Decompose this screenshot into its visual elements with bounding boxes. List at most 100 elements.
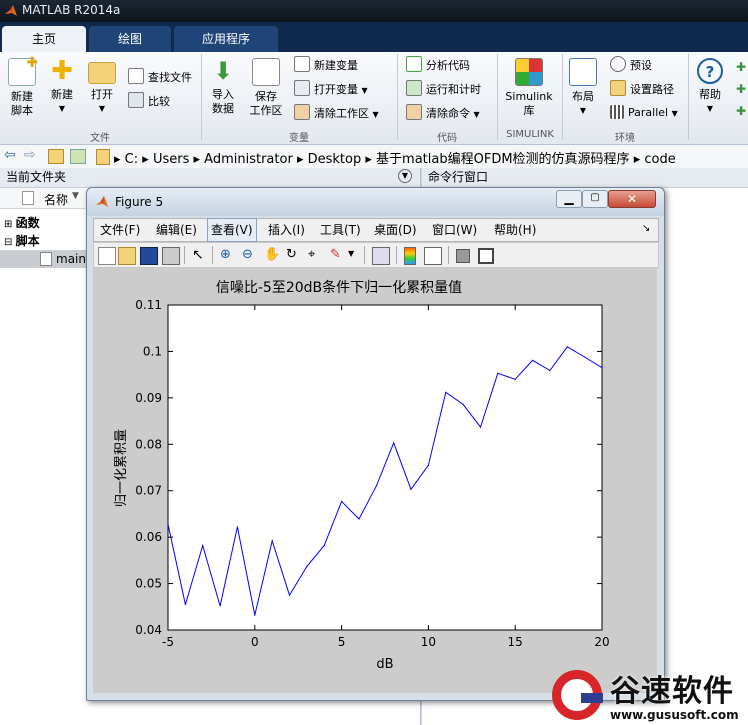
column-header[interactable]: 名称 ▼ [0, 188, 86, 209]
tab-plots[interactable]: 绘图 [89, 26, 171, 52]
data-point [167, 523, 169, 525]
x-tick-label: -5 [162, 635, 174, 649]
simulink-icon [515, 58, 543, 86]
chart-title: 信噪比-5至20dB条件下归一化累积量值 [216, 279, 462, 296]
plot-area [167, 304, 603, 631]
preferences-button[interactable]: 预设 [610, 56, 652, 74]
tree-node-scripts[interactable]: ⊟ 脚本 [4, 232, 40, 249]
clear-workspace-button[interactable]: 清除工作区 ▼ [294, 104, 379, 122]
gear-icon [610, 56, 626, 72]
help-button[interactable]: ? 帮助 ▼ [694, 58, 726, 116]
panel-header: 当前文件夹 ▼ [0, 168, 420, 188]
close-icon: ✕ [626, 192, 638, 206]
hide-tools-icon[interactable] [456, 249, 470, 263]
parallel-button[interactable]: Parallel ▼ [610, 104, 678, 122]
menu-edit[interactable]: 编辑(E) [156, 219, 197, 241]
legend-icon[interactable] [424, 247, 442, 265]
dropdown-arrow-icon: ▼ [579, 106, 587, 115]
data-point [601, 367, 603, 369]
menu-desktop[interactable]: 桌面(D) [374, 219, 417, 241]
menu-help[interactable]: 帮助(H) [494, 219, 536, 241]
zoom-out-icon[interactable]: ⊖ [242, 247, 258, 263]
menu-window[interactable]: 窗口(W) [432, 219, 477, 241]
up-folder-icon[interactable] [48, 149, 64, 164]
dock-arrow-icon[interactable]: ↘ [642, 223, 650, 234]
dropdown-arrow-icon[interactable]: ▼ [348, 249, 354, 258]
app-title-bar: MATLAB R2014a [0, 0, 748, 22]
path-breadcrumb[interactable]: ▸ C: ▸ Users ▸ Administrator ▸ Desktop ▸… [114, 148, 676, 167]
x-axis-label: dB [376, 657, 393, 672]
new-button[interactable]: ✚ 新建 ▼ [46, 58, 78, 116]
colorbar-icon[interactable] [404, 247, 416, 265]
watermark: 谷速软件 www.gususoft.com [548, 664, 748, 725]
layout-button[interactable]: 布局 ▼ [566, 58, 600, 118]
menu-view[interactable]: 查看(V) [207, 218, 257, 242]
group-divider [201, 54, 202, 140]
open-file-icon[interactable] [118, 247, 136, 265]
community-icons[interactable]: ✚ ✚ ✚ [736, 60, 748, 120]
panel-menu-icon[interactable]: ▼ [398, 169, 412, 183]
path-segment[interactable]: 基于matlab编程OFDM检测的仿真源码程序 [376, 152, 630, 167]
y-tick-label: 0.11 [135, 298, 162, 312]
analyze-code-icon [406, 56, 422, 72]
data-point [393, 442, 395, 444]
menu-tools[interactable]: 工具(T) [320, 219, 361, 241]
minimize-button[interactable]: ▁ [556, 190, 582, 208]
brush-icon[interactable]: ✎ [330, 247, 346, 263]
pan-hand-icon[interactable]: ✋ [264, 247, 280, 263]
path-segment[interactable]: Administrator [204, 152, 293, 167]
import-data-button[interactable]: ⬇ 导入 数据 [206, 58, 240, 116]
list-item-main[interactable]: main.m [0, 250, 102, 268]
figure-canvas: 信噪比-5至20dB条件下归一化累积量值 -5 0 5 10 15 20 0.04 0.05 0… [93, 268, 657, 693]
new-variable-button[interactable]: 新建变量 [294, 56, 358, 74]
new-figure-icon[interactable] [98, 247, 116, 265]
new-script-button[interactable]: ✚ 新建 脚本 [4, 56, 40, 118]
link-plot-icon[interactable] [372, 247, 390, 265]
menu-file[interactable]: 文件(F) [100, 219, 140, 241]
save-icon[interactable] [140, 247, 158, 265]
group-label-environment: 环境 [615, 133, 635, 144]
forward-arrow-icon[interactable]: ⇨ [24, 147, 36, 163]
data-cursor-icon[interactable]: ⌖ [308, 247, 324, 263]
x-tick-label: 5 [338, 635, 346, 649]
tree-node-functions[interactable]: ⊞ 函数 [4, 214, 40, 231]
path-segment[interactable]: Users [153, 152, 189, 167]
open-variable-icon [294, 80, 310, 96]
matlab-logo-icon [96, 196, 108, 207]
path-segment[interactable]: Desktop [308, 152, 362, 167]
rotate-3d-icon[interactable]: ↻ [286, 247, 302, 263]
compare-button[interactable]: 比较 [128, 92, 170, 110]
close-button[interactable]: ✕ [608, 190, 656, 208]
path-segment[interactable]: code [644, 152, 675, 167]
path-segment[interactable]: C: [125, 152, 138, 167]
tab-home[interactable]: 主页 [2, 26, 86, 52]
simulink-library-button[interactable]: Simulink 库 [502, 58, 556, 118]
analyze-code-button[interactable]: 分析代码 [406, 56, 470, 74]
x-tick-label: 0 [251, 635, 259, 649]
set-path-button[interactable]: 设置路径 [610, 80, 674, 98]
layout-icon [569, 58, 597, 86]
print-icon[interactable] [162, 247, 180, 265]
y-tick-label: 0.08 [135, 437, 162, 451]
browse-folder-icon[interactable] [70, 149, 86, 164]
dropdown-arrow-icon: ▼ [58, 104, 66, 113]
data-point [462, 403, 464, 405]
new-variable-icon [294, 56, 310, 72]
pointer-icon[interactable]: ↖ [192, 247, 208, 263]
open-button[interactable]: 打开 ▼ [86, 58, 118, 116]
path-folder-icon [96, 149, 110, 165]
figure-window[interactable]: Figure 5 ▁ ▢ ✕ 文件(F) 编辑(E) 查看(V) 插入(I) 工… [86, 187, 665, 701]
plus-icon: ✚ [51, 56, 73, 86]
figure-title-bar[interactable]: Figure 5 ▁ ▢ ✕ [87, 188, 664, 216]
run-and-time-button[interactable]: 运行和计时 [406, 80, 481, 98]
maximize-button[interactable]: ▢ [582, 190, 608, 208]
open-variable-button[interactable]: 打开变量 ▼ [294, 80, 368, 98]
zoom-in-icon[interactable]: ⊕ [220, 247, 236, 263]
tab-apps[interactable]: 应用程序 [174, 26, 278, 52]
find-files-button[interactable]: 查找文件 [128, 68, 192, 86]
clear-commands-button[interactable]: 清除命令 ▼ [406, 104, 480, 122]
save-workspace-button[interactable]: 保存 工作区 [246, 58, 286, 118]
menu-insert[interactable]: 插入(I) [268, 219, 305, 241]
show-tools-icon[interactable] [478, 248, 494, 264]
back-arrow-icon[interactable]: ⇦ [4, 147, 16, 163]
